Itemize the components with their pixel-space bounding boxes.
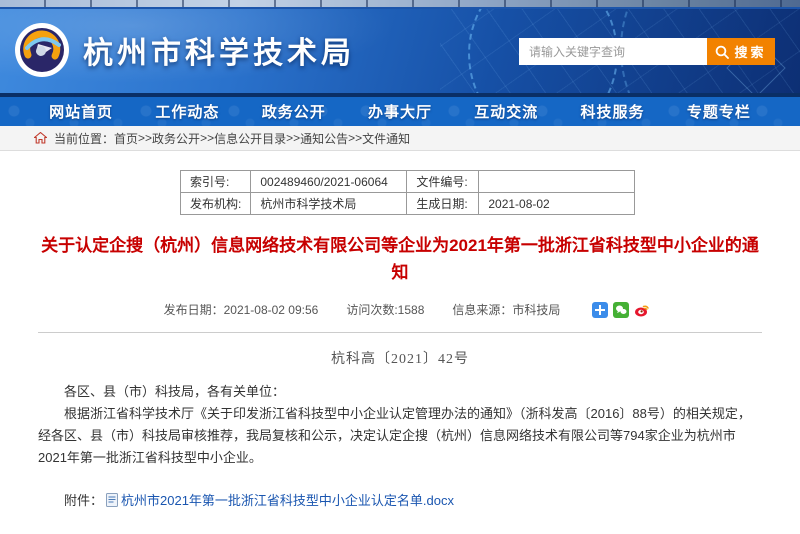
nav-item-special-topics[interactable]: 专题专栏: [666, 97, 772, 126]
nav-item-tech-services[interactable]: 科技服务: [559, 97, 665, 126]
share-more-icon[interactable]: [592, 301, 609, 318]
site-title: 杭州市科学技术局: [83, 37, 355, 70]
file-number-value: [478, 170, 636, 193]
breadcrumb-item-info-directory[interactable]: 信息公开目录: [214, 130, 286, 147]
share-weibo-icon[interactable]: [634, 302, 650, 318]
index-number-value: 002489460/2021-06064: [250, 170, 408, 193]
article-content: 索引号: 002489460/2021-06064 文件编号: 发布机构: 杭州…: [0, 170, 800, 534]
article-body: 各区、县（市）科技局，各有关单位： 根据浙江省科学技术厅《关于印发浙江省科技型中…: [38, 381, 762, 469]
attachment-link[interactable]: 杭州市2021年第一批浙江省科技型中小企业认定名单.docx: [121, 490, 454, 509]
attachment-row: 附件： 杭州市2021年第一批浙江省科技型中小企业认定名单.docx: [38, 490, 762, 509]
info-source: 信息来源：市科技局: [452, 303, 561, 317]
home-icon: [34, 132, 47, 144]
top-decor-strip: [0, 0, 800, 9]
breadcrumb-separator: >>: [138, 131, 153, 145]
attachment-label: 附件：: [64, 493, 104, 508]
nav-item-gov-affairs[interactable]: 政务公开: [241, 97, 347, 126]
search-bar: 搜索: [519, 38, 775, 65]
body-paragraph: 根据浙江省科学技术厅《关于印发浙江省科技型中小企业认定管理办法的通知》（浙科发高…: [38, 406, 751, 465]
index-number-label: 索引号:: [179, 170, 252, 193]
generate-date-label: 生成日期:: [406, 192, 480, 215]
publish-date: 发布日期：2021-08-02 09:56: [163, 303, 319, 317]
bureau-logo-icon: [14, 22, 70, 78]
site-header: 杭州市科学技术局 搜索: [0, 9, 800, 93]
breadcrumb: 当前位置： 首页 >> 政务公开 >> 信息公开目录 >> 通知公告 >> 文件…: [0, 126, 800, 151]
search-icon: [715, 45, 730, 59]
doc-info-table: 索引号: 002489460/2021-06064 文件编号: 发布机构: 杭州…: [179, 170, 636, 215]
search-button-label: 搜索: [734, 45, 767, 60]
nav-item-service-hall[interactable]: 办事大厅: [347, 97, 453, 126]
visit-count: 访问次数:1588: [346, 303, 425, 317]
nav-item-interaction[interactable]: 互动交流: [453, 97, 559, 126]
breadcrumb-item-notices[interactable]: 通知公告: [300, 130, 348, 147]
nav-item-work-news[interactable]: 工作动态: [134, 97, 240, 126]
page: 杭州市科学技术局 搜索 网站首页 工作动态 政务公开 办事大厅 互动交流 科技服…: [0, 0, 800, 534]
table-row: 发布机构: 杭州市科学技术局 生成日期: 2021-08-02: [179, 192, 636, 215]
content-divider: [38, 332, 762, 333]
table-row: 索引号: 002489460/2021-06064 文件编号:: [179, 170, 636, 193]
publisher-label: 发布机构:: [179, 192, 252, 215]
breadcrumb-separator: >>: [200, 131, 215, 145]
publisher-value: 杭州市科学技术局: [250, 192, 408, 215]
article-meta: 发布日期：2021-08-02 09:56 访问次数:1588 信息来源：市科技…: [38, 301, 762, 318]
breadcrumb-item-file-notice[interactable]: 文件通知: [362, 130, 410, 147]
breadcrumb-separator: >>: [348, 131, 363, 145]
breadcrumb-item-home[interactable]: 首页: [114, 130, 138, 147]
attachment-doc-icon: [106, 492, 119, 507]
breadcrumb-item-gov-affairs[interactable]: 政务公开: [152, 130, 200, 147]
generate-date-value: 2021-08-02: [478, 192, 636, 215]
doc-number: 杭科高〔2021〕42号: [331, 352, 469, 367]
nav-item-home[interactable]: 网站首页: [28, 97, 134, 126]
breadcrumb-separator: >>: [286, 131, 301, 145]
share-buttons: [592, 301, 650, 318]
search-button[interactable]: 搜索: [707, 38, 775, 65]
salutation-paragraph: 各区、县（市）科技局，各有关单位：: [64, 384, 286, 399]
share-wechat-icon[interactable]: [613, 301, 630, 318]
site-brand[interactable]: 杭州市科学技术局: [14, 22, 355, 78]
main-nav: 网站首页 工作动态 政务公开 办事大厅 互动交流 科技服务 专题专栏: [0, 93, 800, 126]
file-number-label: 文件编号:: [406, 170, 480, 193]
breadcrumb-prefix: 当前位置：: [54, 131, 115, 146]
article-title: 关于认定企搜（杭州）信息网络技术有限公司等企业为2021年第一批浙江省科技型中小…: [41, 236, 759, 282]
search-input[interactable]: [519, 38, 707, 65]
